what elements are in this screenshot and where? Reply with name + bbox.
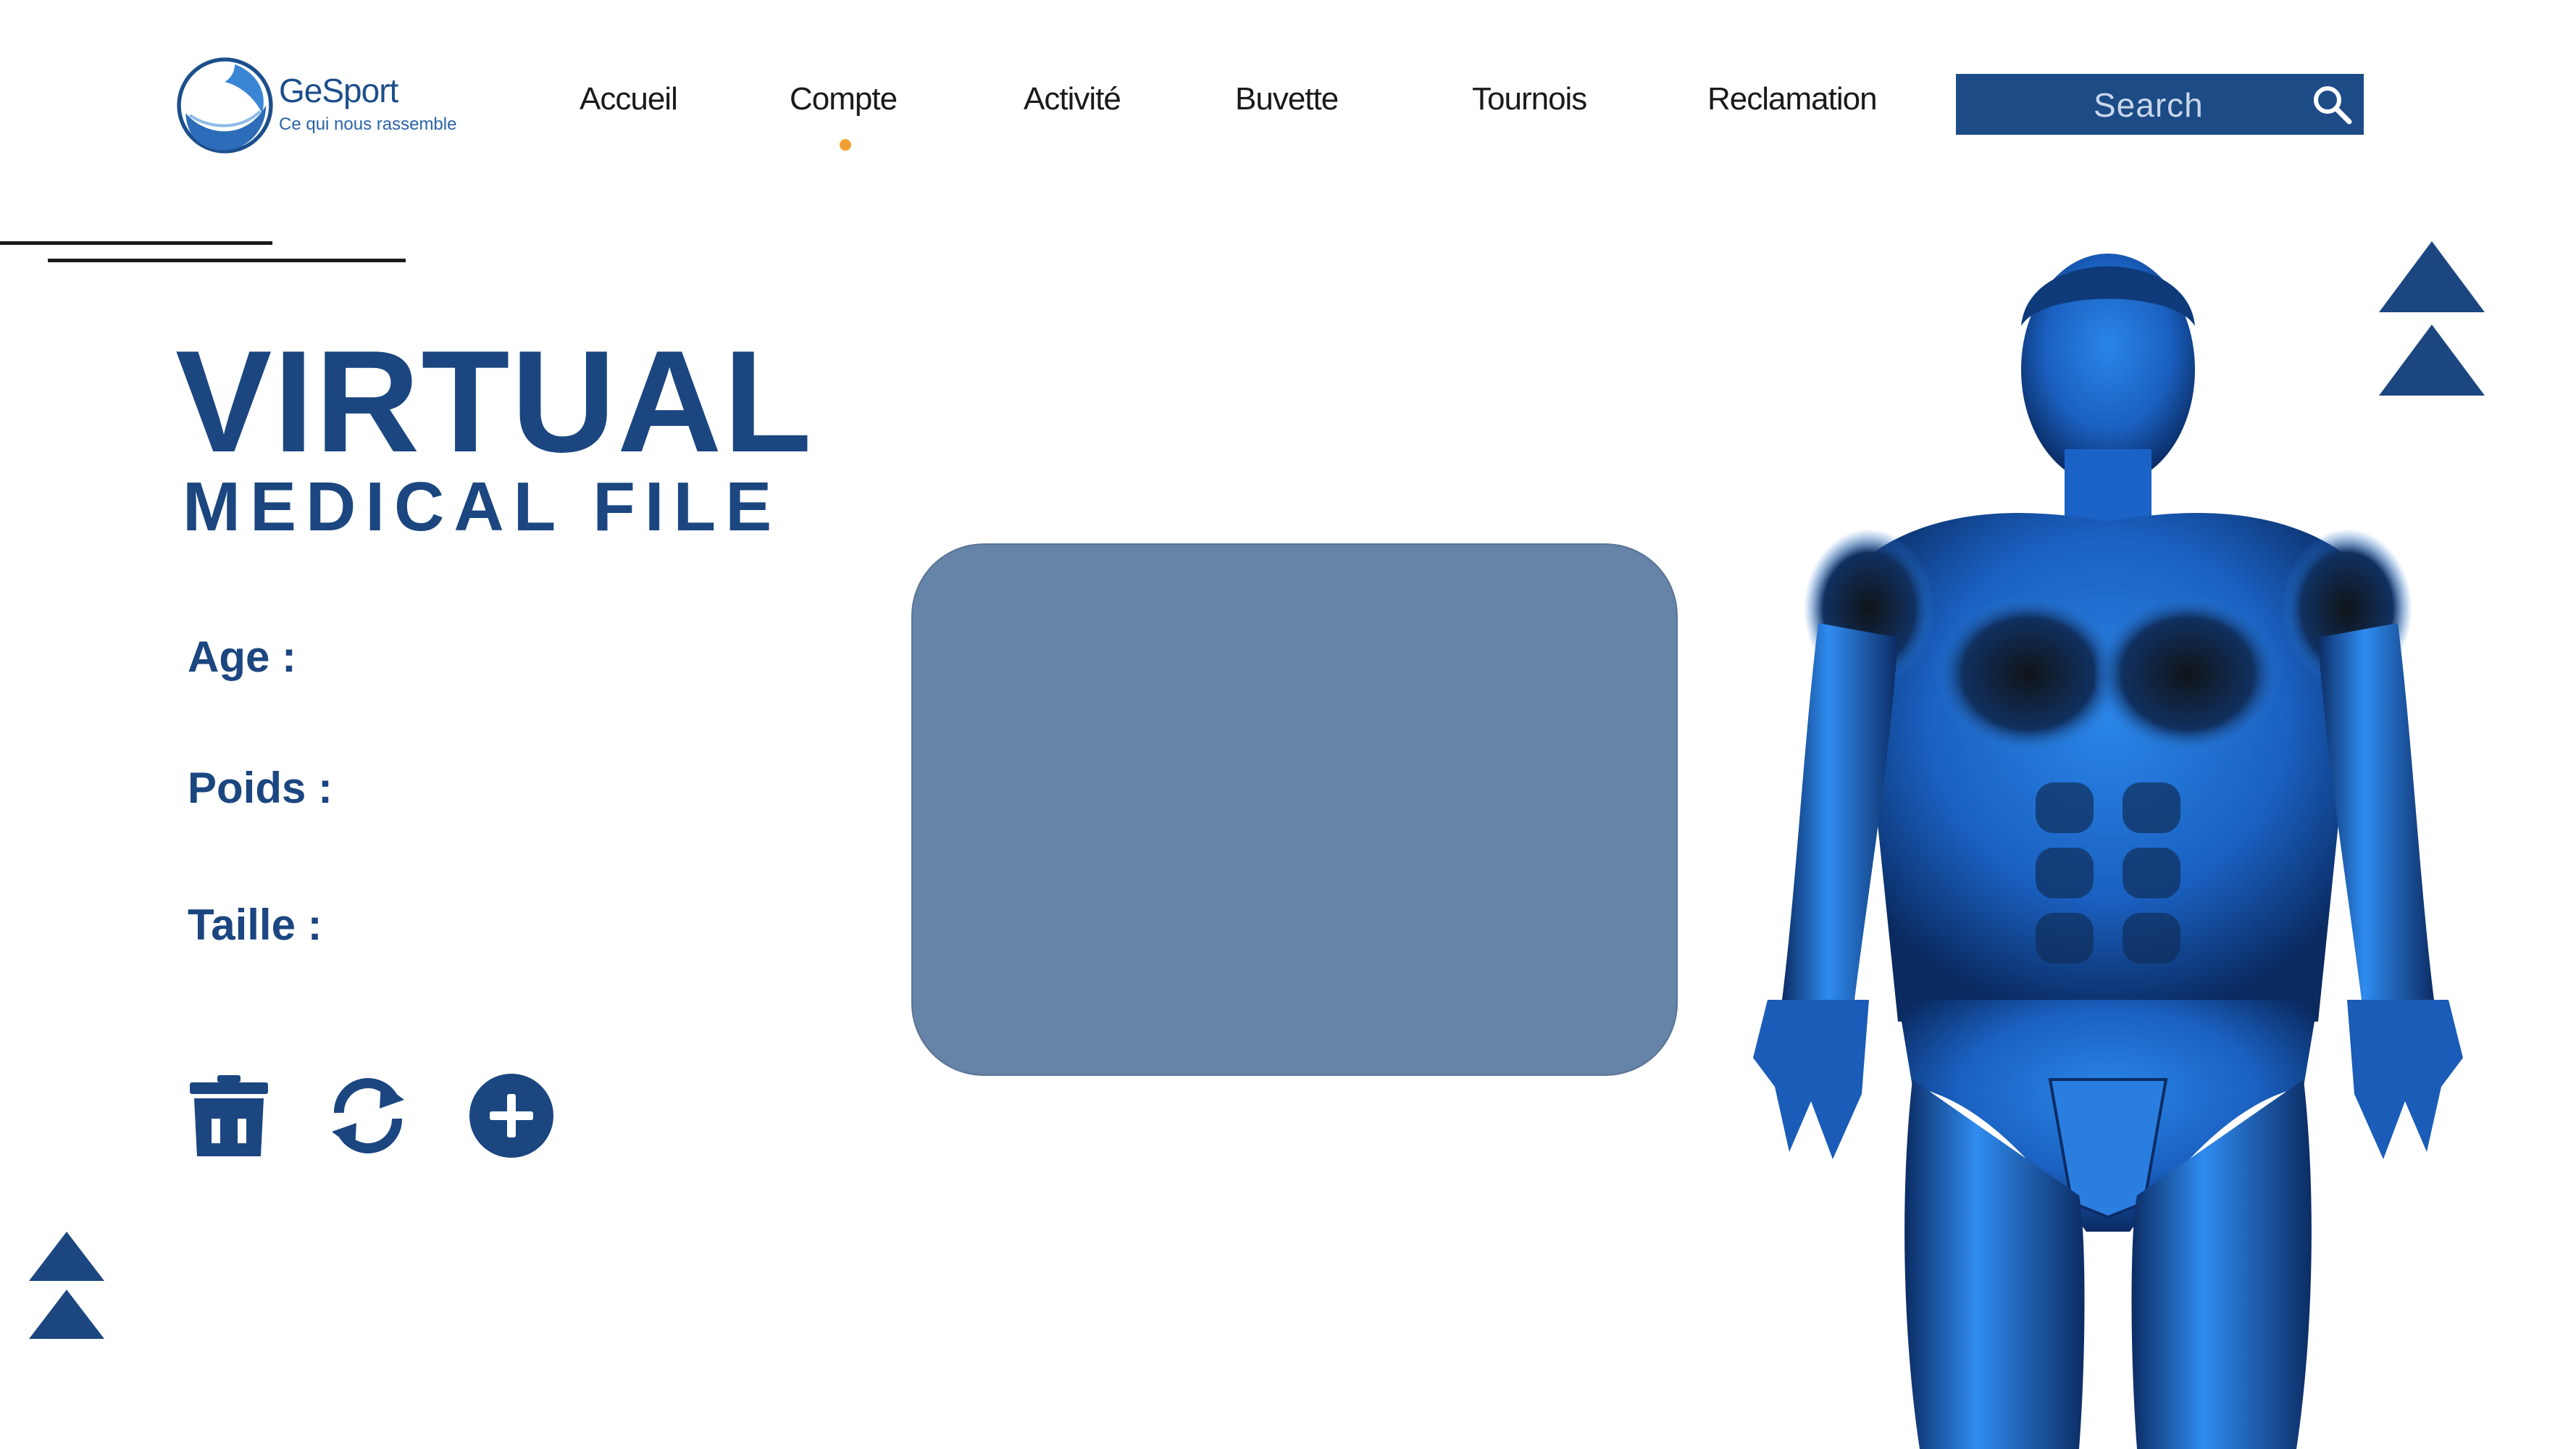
nav-active-indicator — [840, 139, 851, 151]
nav-item-buvette[interactable]: Buvette — [1235, 81, 1339, 117]
scroll-up-arrow-icon[interactable] — [29, 1232, 104, 1281]
scroll-up-arrow-icon[interactable] — [29, 1290, 104, 1339]
brand-name: GeSport — [279, 72, 398, 109]
trash-icon[interactable] — [185, 1072, 272, 1159]
nav-item-compte[interactable]: Compte — [790, 81, 898, 117]
nav-item-tournois[interactable]: Tournois — [1472, 81, 1587, 117]
page-subtitle: MEDICAL FILE — [183, 468, 782, 546]
search-input[interactable]: Search — [1956, 74, 2364, 135]
search-icon[interactable] — [2310, 83, 2354, 126]
nav-item-activite[interactable]: Activité — [1024, 81, 1121, 117]
page-title: VIRTUAL — [175, 321, 814, 483]
age-label: Age : — [188, 632, 296, 681]
brand-logo[interactable]: GeSport Ce qui nous rassemble — [176, 57, 495, 154]
logo-wave-icon — [177, 57, 273, 154]
medical-data-panel — [911, 543, 1678, 1076]
human-body-illustration — [1753, 254, 2463, 1449]
brand-tagline: Ce qui nous rassemble — [279, 114, 457, 134]
search-placeholder: Search — [2094, 86, 2204, 124]
weight-label: Poids : — [188, 764, 333, 812]
refresh-icon[interactable] — [325, 1072, 411, 1159]
decorative-line — [48, 259, 406, 262]
nav-item-accueil[interactable]: Accueil — [580, 81, 678, 117]
height-label: Taille : — [188, 901, 322, 949]
nav-item-reclamation[interactable]: Reclamation — [1707, 81, 1878, 117]
decorative-line — [0, 241, 272, 245]
plus-circle-icon[interactable] — [468, 1072, 555, 1159]
